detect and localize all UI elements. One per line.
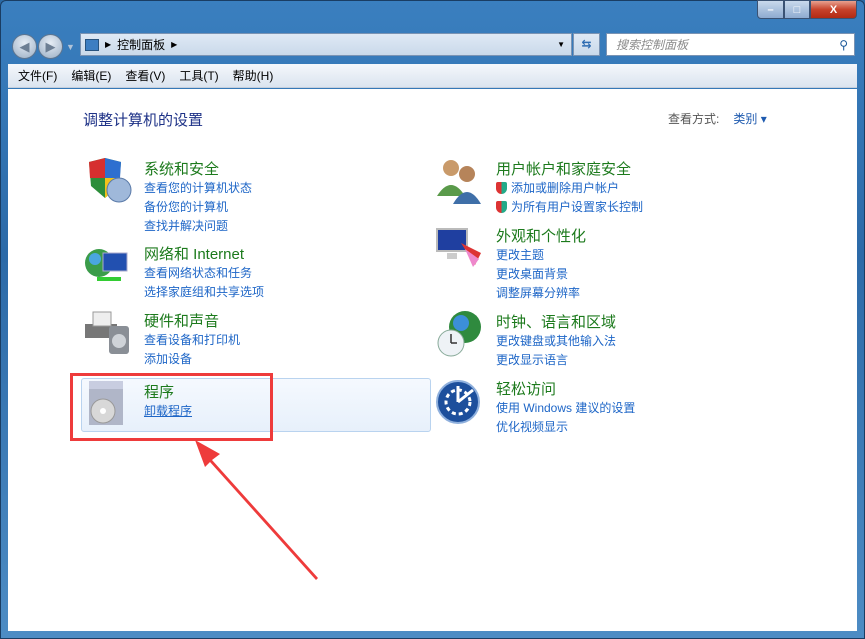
arrow-shape <box>195 440 318 580</box>
annotation-arrow <box>195 440 318 580</box>
